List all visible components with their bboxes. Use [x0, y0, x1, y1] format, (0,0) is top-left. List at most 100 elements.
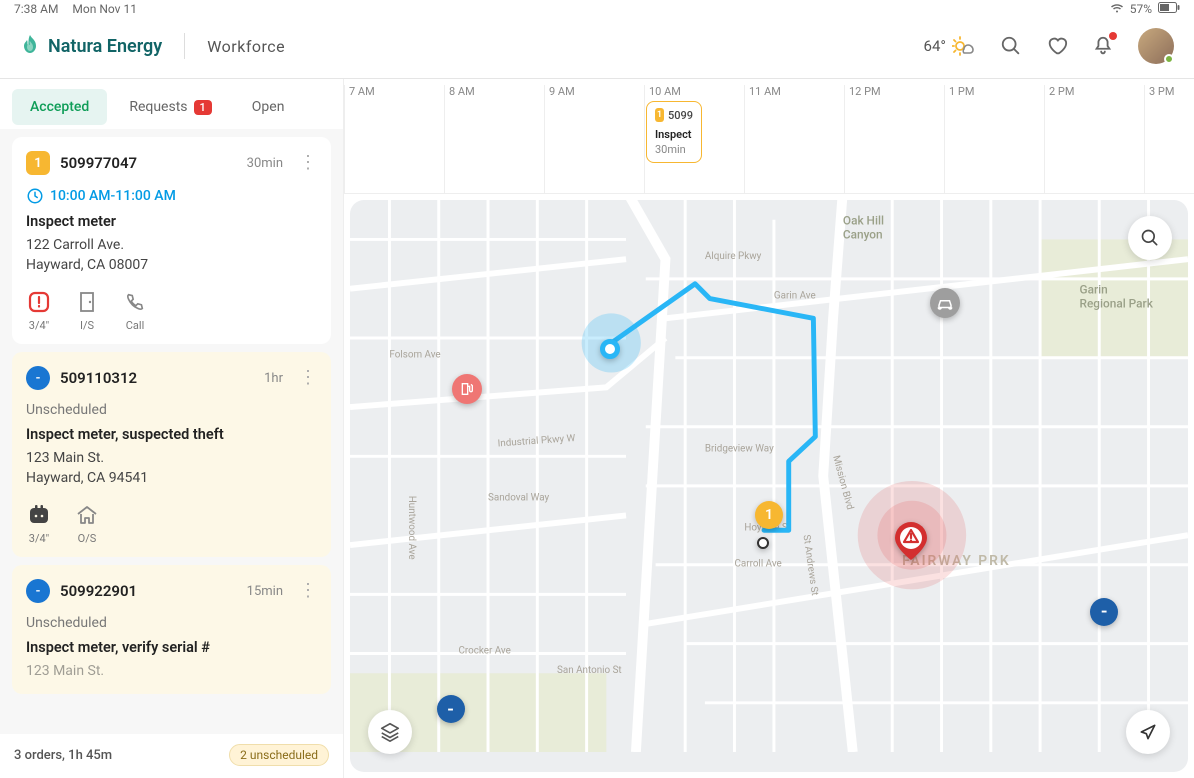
car-icon: [936, 296, 954, 310]
tab-label: Requests: [129, 99, 187, 115]
timeline-item[interactable]: 1 5099 Inspect 30min: [646, 101, 702, 163]
door-icon: [77, 291, 97, 313]
alert-icon: [27, 290, 51, 314]
address-line1: 123 Main St.: [26, 662, 317, 682]
requests-count-badge: 1: [194, 100, 212, 115]
timeline-id: 5099: [668, 109, 693, 122]
scheduled-time: 10:00 AM-11:00 AM: [26, 187, 317, 205]
order-sequence-badge: -: [26, 579, 50, 603]
map-canvas: Industrial Pkwy W Alquire Pkwy Garin Ave…: [350, 200, 1188, 752]
unscheduled-label: Unscheduled: [26, 402, 317, 418]
app-section: Workforce: [207, 37, 285, 56]
main-panel: 7 AM8 AM9 AM10 AM11 AM12 PM1 PM2 PM3 PM …: [344, 79, 1194, 778]
order-id: 509977047: [60, 154, 237, 172]
address-line1: 123 Main St.: [26, 449, 317, 469]
pin-unscheduled[interactable]: -: [1090, 598, 1118, 626]
brand-name: Natura Energy: [48, 36, 162, 57]
svg-text:Mission Blvd: Mission Blvd: [830, 454, 855, 511]
favorites-button[interactable]: [1046, 35, 1068, 57]
orders-summary: 3 orders, 1h 45m: [14, 748, 112, 763]
pin-warning[interactable]: [895, 522, 927, 564]
order-card[interactable]: - 509110312 1hr ⋮ Unscheduled Inspect me…: [12, 352, 331, 557]
app-header: Natura Energy Workforce 64°: [0, 18, 1194, 79]
meta-outside[interactable]: O/S: [74, 502, 100, 545]
meta-call[interactable]: Call: [122, 289, 148, 332]
order-card[interactable]: - 509922901 15min ⋮ Unscheduled Inspect …: [12, 565, 331, 694]
order-title: Inspect meter, verify serial #: [26, 639, 317, 656]
order-duration: 15min: [247, 584, 283, 599]
wifi-icon: [1110, 2, 1124, 16]
pin-waypoint[interactable]: [757, 537, 769, 549]
home-icon: [75, 504, 99, 526]
meta-alert[interactable]: 3/4": [26, 289, 52, 332]
meta-label: O/S: [78, 532, 97, 545]
clock-icon: [26, 187, 44, 205]
phone-icon: [124, 291, 146, 313]
sidebar: Accepted Requests 1 Open 1 509977047 30m…: [0, 79, 344, 778]
tab-open[interactable]: Open: [234, 89, 303, 125]
heart-icon: [1046, 35, 1068, 57]
svg-text:Sandoval Way: Sandoval Way: [488, 493, 549, 504]
svg-text:Folsom Ave: Folsom Ave: [389, 350, 440, 361]
location-arrow-icon: [1138, 722, 1158, 742]
sidebar-footer: 3 orders, 1h 45m 2 unscheduled: [0, 734, 343, 778]
order-address: 123 Main St.: [26, 662, 317, 682]
svg-text:San Antonio St: San Antonio St: [557, 665, 622, 676]
order-id: 509922901: [60, 582, 237, 600]
meta-label: 3/4": [29, 319, 49, 332]
svg-text:Carroll Ave: Carroll Ave: [734, 559, 781, 570]
user-avatar[interactable]: [1138, 28, 1174, 64]
svg-text:Oak HillCanyon: Oak HillCanyon: [843, 214, 884, 242]
map-search-button[interactable]: [1128, 216, 1172, 260]
search-icon: [1140, 228, 1160, 248]
card-menu-button[interactable]: ⋮: [299, 154, 317, 172]
meta-label: 3/4": [29, 532, 49, 545]
pin-unscheduled[interactable]: -: [437, 695, 465, 723]
timeline-duration: 30min: [655, 143, 693, 156]
order-address: 122 Carroll Ave. Hayward, CA 08007: [26, 236, 317, 275]
search-button[interactable]: [1000, 35, 1022, 57]
svg-text:Alquire Pkwy: Alquire Pkwy: [705, 251, 762, 262]
search-icon: [1000, 35, 1022, 57]
weather[interactable]: 64°: [924, 36, 976, 56]
meta-label: I/S: [80, 319, 94, 332]
flame-icon: [20, 35, 40, 57]
pin-gas-station[interactable]: [452, 374, 482, 404]
map[interactable]: Industrial Pkwy W Alquire Pkwy Garin Ave…: [350, 200, 1188, 772]
notifications-button[interactable]: [1092, 35, 1114, 57]
meta-inside[interactable]: I/S: [74, 289, 100, 332]
meta-meter[interactable]: 3/4": [26, 502, 52, 545]
header-divider: [184, 33, 185, 59]
order-duration: 1hr: [264, 371, 283, 386]
tab-label: Accepted: [30, 99, 89, 115]
card-menu-button[interactable]: ⋮: [299, 369, 317, 387]
tab-label: Open: [252, 99, 285, 115]
pin-current-location[interactable]: [600, 339, 620, 359]
svg-text:Huntwood Ave: Huntwood Ave: [406, 496, 417, 560]
timeline-badge: 1: [655, 108, 664, 122]
map-recenter-button[interactable]: [1126, 710, 1170, 754]
card-menu-button[interactable]: ⋮: [299, 582, 317, 600]
timeline-hour: 2 PM: [1044, 85, 1074, 193]
tab-requests[interactable]: Requests 1: [111, 89, 229, 125]
order-card[interactable]: 1 509977047 30min ⋮ 10:00 AM-11:00 AM In…: [12, 137, 331, 344]
pin-stop-1[interactable]: 1: [755, 501, 783, 529]
presence-dot: [1164, 54, 1174, 64]
tab-accepted[interactable]: Accepted: [12, 89, 107, 125]
map-layers-button[interactable]: [368, 710, 412, 754]
temperature-value: 64°: [924, 37, 946, 55]
order-id: 509110312: [60, 369, 254, 387]
brand-logo[interactable]: Natura Energy: [20, 35, 162, 57]
unscheduled-count-pill[interactable]: 2 unscheduled: [229, 744, 329, 766]
order-list[interactable]: 1 509977047 30min ⋮ 10:00 AM-11:00 AM In…: [0, 129, 343, 734]
order-duration: 30min: [247, 156, 283, 171]
order-address: 123 Main St. Hayward, CA 94541: [26, 449, 317, 488]
svg-text:Bridgeview Way: Bridgeview Way: [705, 443, 774, 454]
pin-vehicle[interactable]: [930, 288, 960, 318]
timeline-hour: 11 AM: [744, 85, 781, 193]
svg-text:Crocker Ave: Crocker Ave: [458, 646, 510, 657]
timeline[interactable]: 7 AM8 AM9 AM10 AM11 AM12 PM1 PM2 PM3 PM …: [344, 79, 1194, 194]
timeline-hour: 3 PM: [1144, 85, 1174, 193]
order-sequence-badge: 1: [26, 151, 50, 175]
order-title: Inspect meter: [26, 213, 317, 230]
